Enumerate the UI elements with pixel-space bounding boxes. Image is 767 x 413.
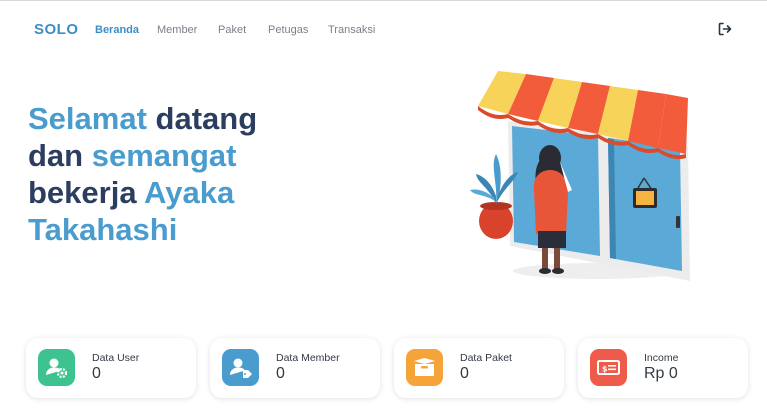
money-icon: $	[590, 349, 627, 386]
stat-label: Data User	[92, 352, 140, 364]
nav-item-petugas[interactable]: Petugas	[268, 24, 308, 36]
user-gear-icon	[38, 349, 75, 386]
stat-value: Rp 0	[644, 365, 678, 382]
welcome-heading: Selamat datang dan semangat bekerja Ayak…	[28, 100, 358, 248]
nav-item-member[interactable]: Member	[157, 24, 197, 36]
svg-text:$: $	[602, 365, 608, 374]
shop-illustration	[468, 66, 698, 286]
hero-word: bekerja	[28, 175, 137, 210]
hero-word: datang	[155, 101, 258, 136]
navbar: SOLO Beranda Member Paket Petugas Transa…	[0, 0, 767, 60]
stat-value: 0	[460, 365, 469, 382]
nav-item-paket[interactable]: Paket	[218, 24, 246, 36]
stat-label: Data Member	[276, 352, 340, 364]
hero-word: Ayaka	[144, 175, 235, 210]
stat-label: Income	[644, 352, 679, 364]
logout-icon[interactable]	[717, 21, 733, 37]
stat-card-paket[interactable]: Data Paket 0	[394, 338, 564, 398]
stat-card-member[interactable]: Data Member 0	[210, 338, 380, 398]
stat-value: 0	[92, 365, 101, 382]
hero-word: Takahashi	[28, 212, 178, 247]
user-tag-icon	[222, 349, 259, 386]
nav-item-transaksi[interactable]: Transaksi	[328, 24, 375, 36]
nav-item-beranda[interactable]: Beranda	[95, 24, 139, 36]
stat-label: Data Paket	[460, 352, 512, 364]
brand-logo[interactable]: SOLO	[34, 21, 79, 38]
hero-word: semangat	[91, 138, 237, 173]
stat-value: 0	[276, 365, 285, 382]
hero-word: Selamat	[28, 101, 147, 136]
hero-word: dan	[28, 138, 84, 173]
stat-card-user[interactable]: Data User 0	[26, 338, 196, 398]
stat-card-income[interactable]: $ Income Rp 0	[578, 338, 748, 398]
box-icon	[406, 349, 443, 386]
